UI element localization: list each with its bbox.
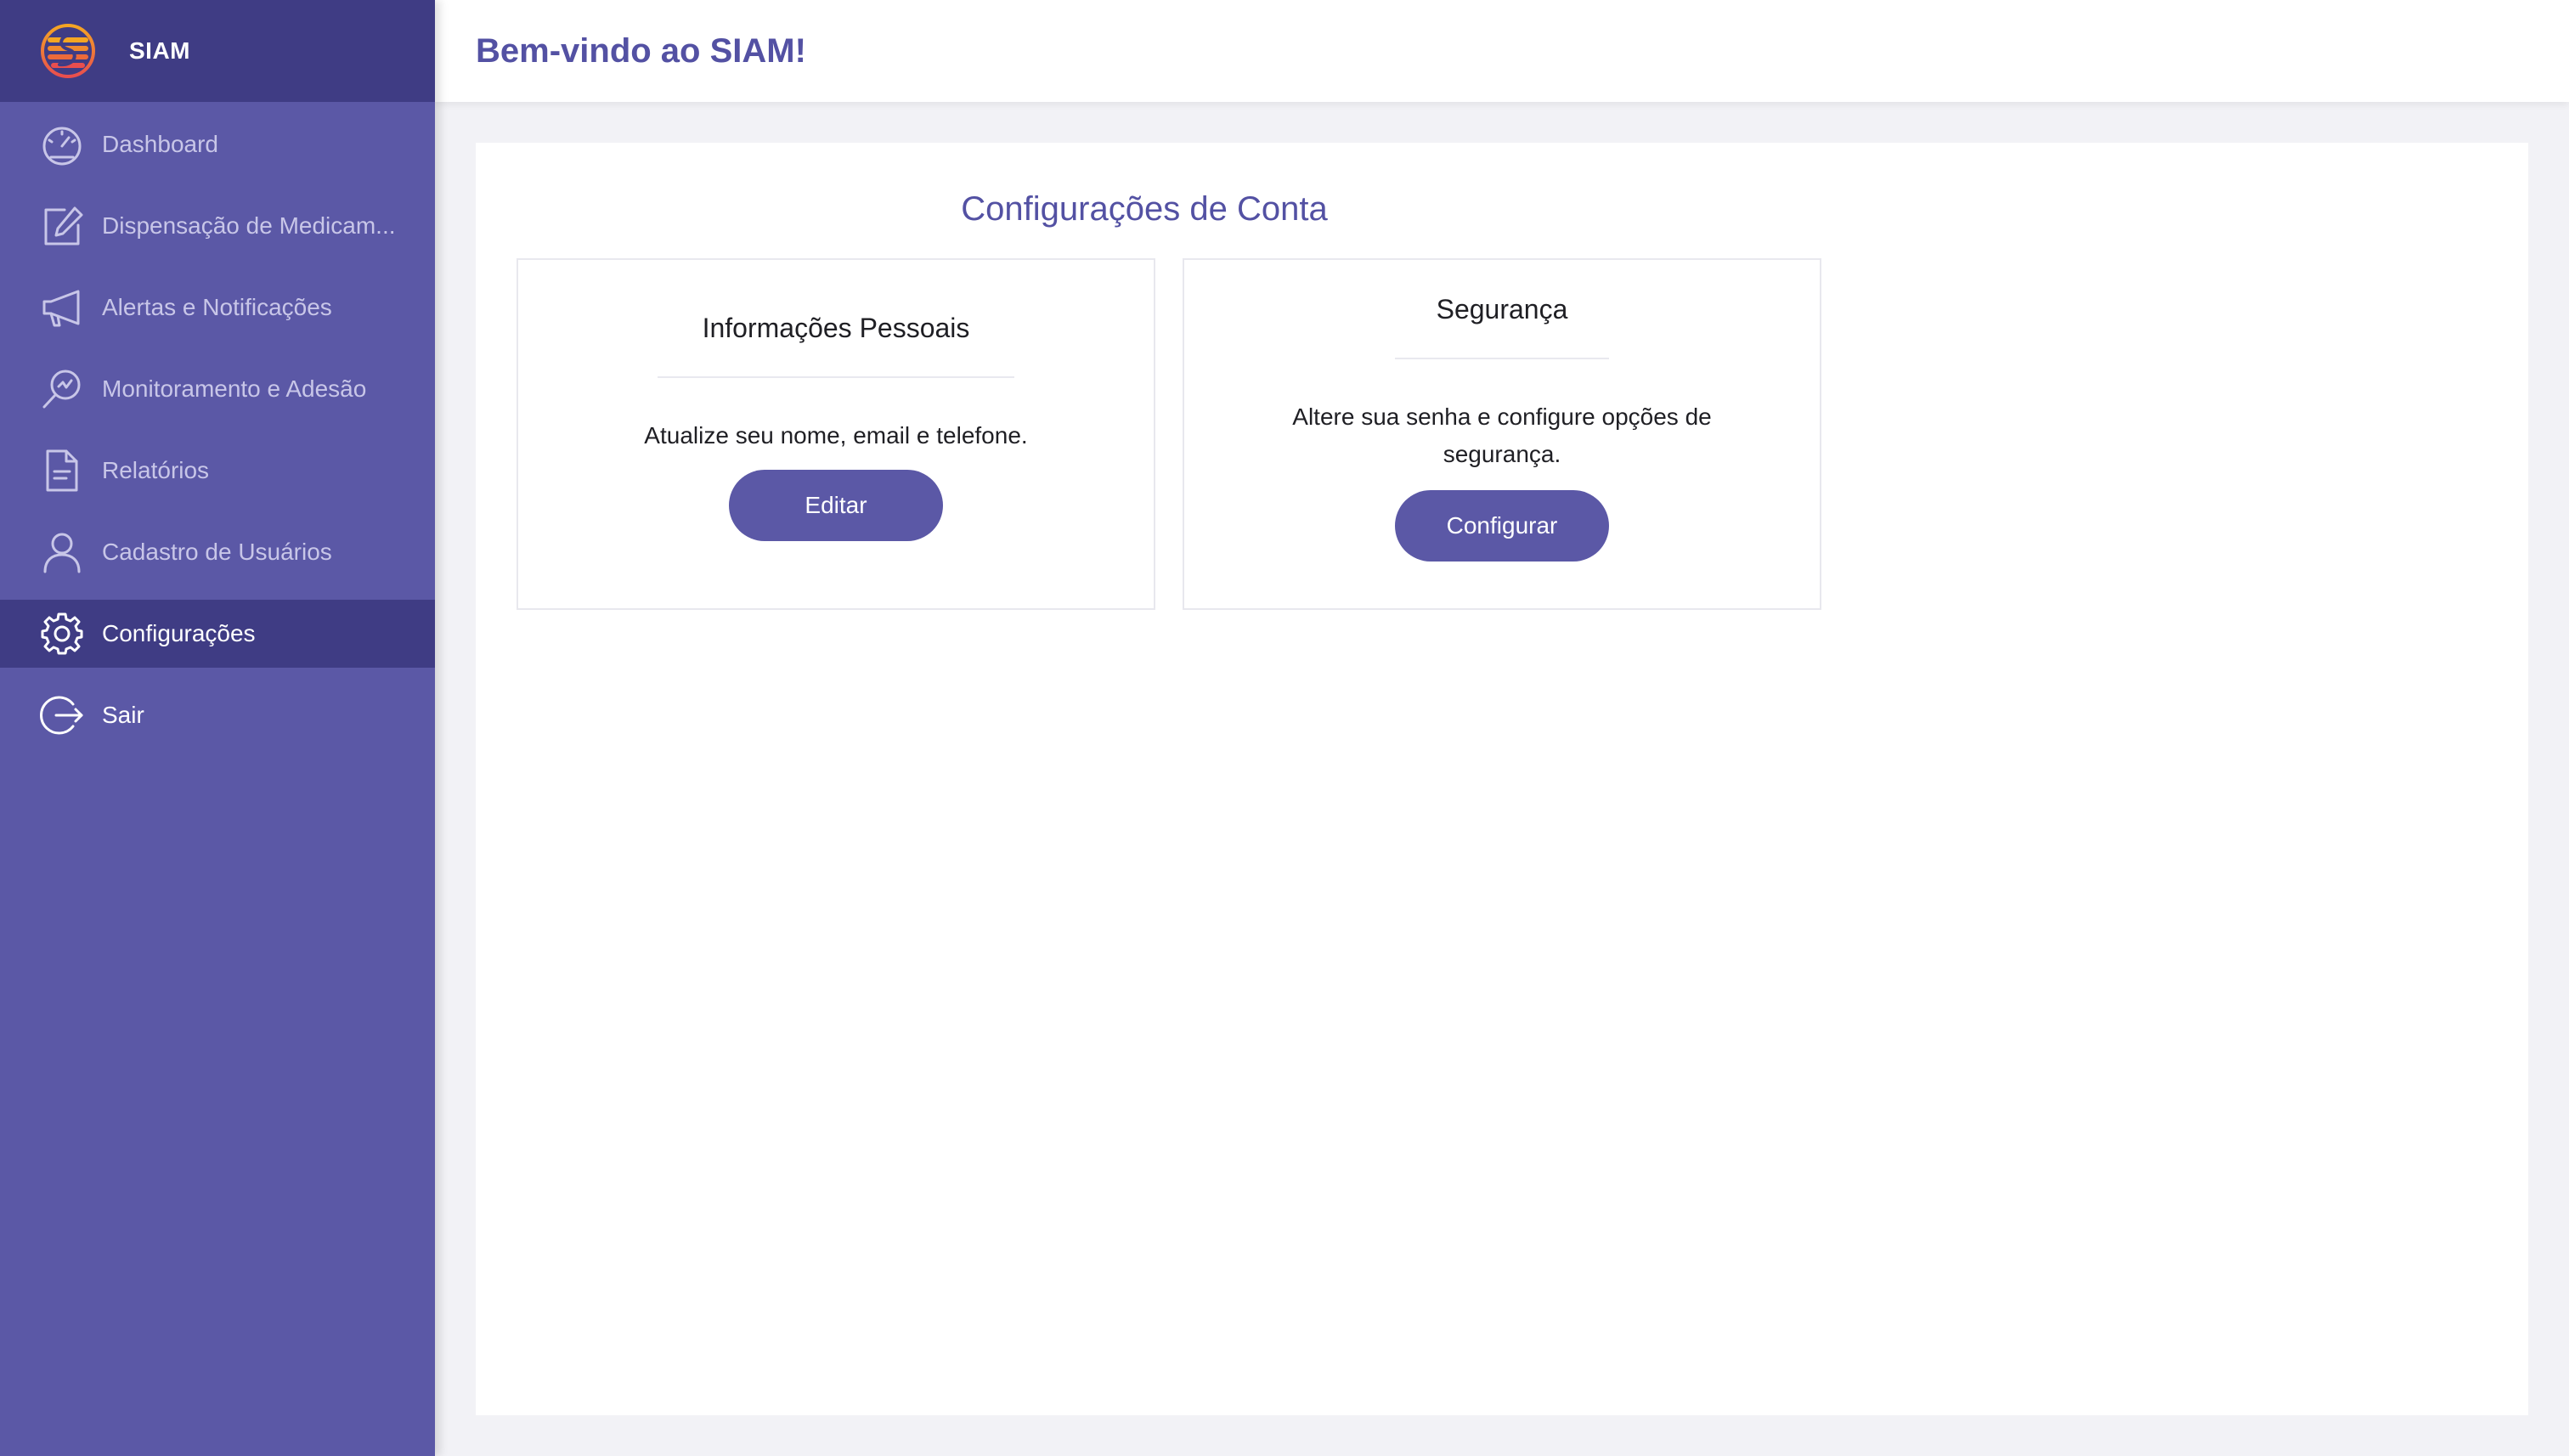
edit-icon — [39, 203, 85, 249]
card-title: Informações Pessoais — [702, 313, 970, 343]
sidebar-item-label: Cadastro de Usuários — [102, 539, 332, 565]
search-chart-icon — [39, 366, 85, 412]
megaphone-icon — [39, 285, 85, 330]
sidebar-nav: Dashboard Dispensação de Medicam... Aler… — [0, 110, 435, 749]
card-title: Segurança — [1436, 294, 1568, 324]
page-title: Configurações de Conta — [961, 190, 1328, 228]
topbar: Bem-vindo ao SIAM! — [435, 0, 2569, 102]
user-icon — [39, 529, 85, 575]
card-description-line: Altere sua senha e configure opções de — [1292, 404, 1712, 430]
gear-icon — [39, 611, 85, 657]
personal-info-card: Informações Pessoais Atualize seu nome, … — [517, 258, 1155, 610]
sidebar-item-label: Monitoramento e Adesão — [102, 375, 367, 402]
sidebar-item-label: Dispensação de Medicam... — [102, 212, 396, 239]
content-area: Configurações de Conta Informações Pesso… — [435, 102, 2569, 1456]
sidebar-item-label: Sair — [102, 702, 144, 728]
sidebar-item-label: Dashboard — [102, 131, 218, 157]
edit-button[interactable]: Editar — [729, 470, 943, 541]
sidebar-item-monitoramento[interactable]: Monitoramento e Adesão — [0, 355, 435, 423]
card-description: Altere sua senha e configure opções de s… — [1184, 398, 1820, 473]
sidebar-item-alertas[interactable]: Alertas e Notificações — [0, 274, 435, 341]
sidebar-item-label: Relatórios — [102, 457, 210, 483]
logout-icon — [39, 692, 85, 738]
sidebar-item-configuracoes[interactable]: Configurações — [0, 600, 435, 668]
sidebar-item-sair[interactable]: Sair — [0, 681, 435, 749]
sidebar-item-relatorios[interactable]: Relatórios — [0, 437, 435, 505]
main: Bem-vindo ao SIAM! Configurações de Cont… — [435, 0, 2569, 1456]
document-icon — [39, 448, 85, 494]
settings-panel: Configurações de Conta Informações Pesso… — [476, 143, 2528, 1415]
card-divider — [1395, 358, 1609, 359]
welcome-title: Bem-vindo ao SIAM! — [476, 31, 806, 70]
sidebar-item-label: Alertas e Notificações — [102, 294, 332, 320]
sidebar: SIAM Dashboard Dispensação de Medicam...… — [0, 0, 435, 1456]
card-description: Atualize seu nome, email e telefone. — [644, 422, 1028, 449]
sidebar-item-dispensacao[interactable]: Dispensação de Medicam... — [0, 192, 435, 260]
sidebar-item-label: Configurações — [102, 620, 256, 646]
card-divider — [658, 376, 1014, 378]
brand-name: SIAM — [129, 37, 190, 64]
siam-logo-icon — [41, 24, 95, 78]
security-card: Segurança Altere sua senha e configure o… — [1183, 258, 1821, 610]
app-root: SIAM Dashboard Dispensação de Medicam...… — [0, 0, 2569, 1456]
configure-button[interactable]: Configurar — [1395, 490, 1609, 562]
sidebar-item-cadastro-usuarios[interactable]: Cadastro de Usuários — [0, 518, 435, 586]
sidebar-item-dashboard[interactable]: Dashboard — [0, 110, 435, 178]
card-description-line: segurança. — [1443, 441, 1561, 467]
speedometer-icon — [39, 121, 85, 167]
brand[interactable]: SIAM — [0, 0, 435, 102]
